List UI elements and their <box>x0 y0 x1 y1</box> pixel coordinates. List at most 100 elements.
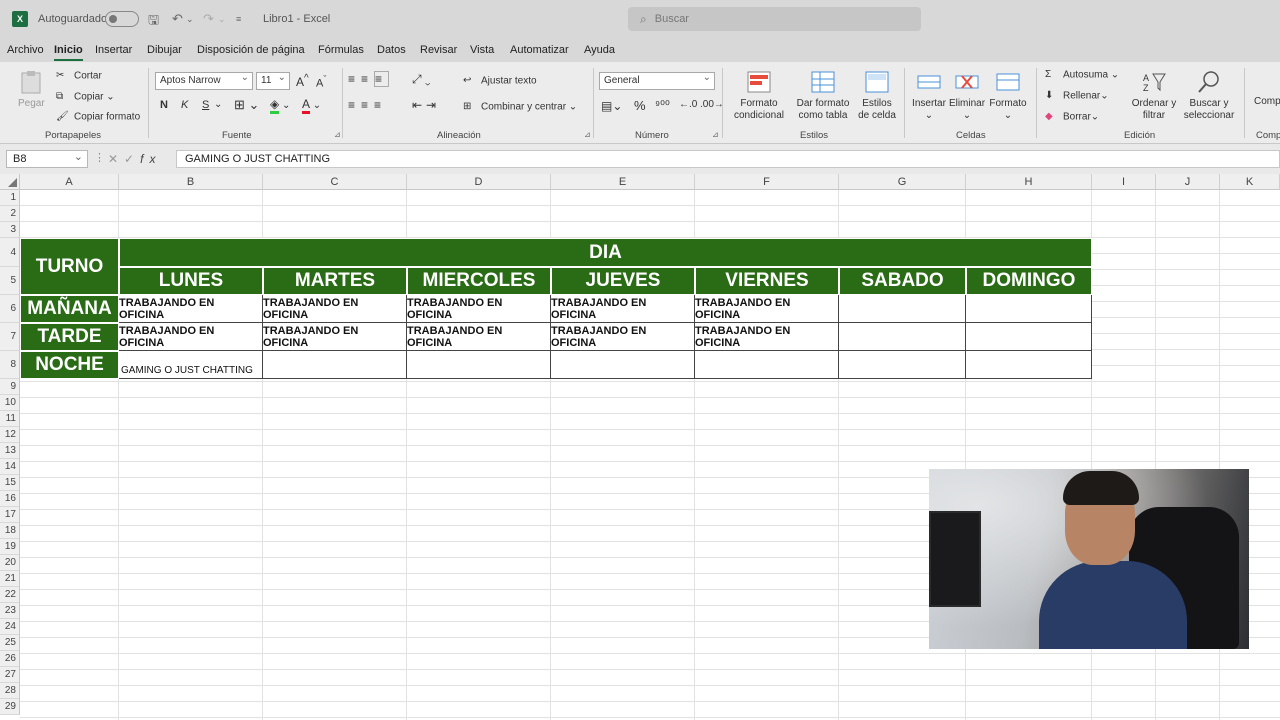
dia-header-cell[interactable]: DIA <box>119 238 1092 267</box>
format-cells-button[interactable]: Formato ⌄ <box>988 70 1028 122</box>
accounting-format-icon[interactable]: ▤⌄ <box>601 99 622 113</box>
schedule-cell[interactable]: TRABAJANDO EN OFICINA <box>263 323 407 351</box>
font-name-select[interactable]: Aptos Narrow <box>155 72 253 90</box>
row-header-3[interactable]: 3 <box>0 222 20 238</box>
italic-button[interactable]: K <box>181 99 188 111</box>
schedule-cell[interactable] <box>966 295 1092 323</box>
customize-toolbar-icon[interactable]: ≡ <box>236 14 241 24</box>
schedule-cell[interactable] <box>839 351 966 379</box>
row-header-9[interactable]: 9 <box>0 379 20 395</box>
undo-dropdown-icon[interactable]: ⌄ <box>186 14 194 25</box>
schedule-cell[interactable] <box>551 351 695 379</box>
find-select-button[interactable]: Buscar y seleccionar <box>1180 70 1238 122</box>
font-dialog-launcher-icon[interactable]: ⊿ <box>334 130 341 139</box>
formula-input[interactable]: GAMING O JUST CHATTING <box>176 150 1280 168</box>
row-header-29[interactable]: 29 <box>0 699 20 715</box>
format-as-table-button[interactable]: Dar formato como tabla <box>792 70 854 122</box>
insert-cells-button[interactable]: Insertar ⌄ <box>910 70 948 122</box>
row-header-19[interactable]: 19 <box>0 539 20 555</box>
redo-icon[interactable]: ↷ <box>203 11 214 27</box>
tab-dibujar[interactable]: Dibujar <box>147 44 182 56</box>
fill-color-icon[interactable]: ◈ ⌄ <box>270 97 290 114</box>
row-header-17[interactable]: 17 <box>0 507 20 523</box>
tab-insertar[interactable]: Insertar <box>95 44 132 56</box>
turno-header-cell[interactable]: TURNO <box>20 238 119 295</box>
vertical-align-icons[interactable]: ≡≡≡ <box>348 71 390 87</box>
row-header-11[interactable]: 11 <box>0 411 20 427</box>
sort-filter-button[interactable]: AZ Ordenar y filtrar <box>1130 70 1178 122</box>
copy-button[interactable]: ⧉ Copiar ⌄ <box>56 91 115 103</box>
horizontal-align-icons[interactable]: ≡≡≡ <box>348 98 387 112</box>
column-header-k[interactable]: K <box>1220 174 1280 190</box>
comma-style-icon[interactable]: ⁹⁰⁰ <box>655 98 670 112</box>
day-header-jueves[interactable]: JUEVES <box>551 267 695 295</box>
column-header-a[interactable]: A <box>20 174 119 190</box>
column-header-g[interactable]: G <box>839 174 966 190</box>
schedule-cell[interactable]: TRABAJANDO EN OFICINA <box>119 295 263 323</box>
tab-disposicion[interactable]: Disposición de página <box>197 44 305 56</box>
column-header-d[interactable]: D <box>407 174 551 190</box>
day-header-sabado[interactable]: SABADO <box>839 267 966 295</box>
cut-button[interactable]: ✂ Cortar <box>56 70 102 82</box>
redo-dropdown-icon[interactable]: ⌄ <box>218 14 226 25</box>
tab-datos[interactable]: Datos <box>377 44 406 56</box>
schedule-cell[interactable]: TRABAJANDO EN OFICINA <box>407 295 551 323</box>
conditional-format-button[interactable]: Formato condicional <box>729 70 789 122</box>
shift-cell-manana[interactable]: MAÑANA <box>20 295 119 323</box>
font-size-select[interactable]: 11 <box>256 72 290 90</box>
shift-cell-tarde[interactable]: TARDE <box>20 323 119 351</box>
increase-decimal-icon[interactable]: ←.0 <box>679 99 697 110</box>
row-header-23[interactable]: 23 <box>0 603 20 619</box>
row-header-22[interactable]: 22 <box>0 587 20 603</box>
schedule-cell[interactable] <box>263 351 407 379</box>
column-header-e[interactable]: E <box>551 174 695 190</box>
schedule-cell[interactable] <box>407 351 551 379</box>
cell-styles-button[interactable]: Estilos de celda <box>856 70 898 122</box>
autosum-button[interactable]: Σ Autosuma ⌄ <box>1045 69 1119 81</box>
undo-icon[interactable]: ↶ <box>172 11 183 27</box>
row-header-28[interactable]: 28 <box>0 683 20 699</box>
schedule-cell[interactable]: TRABAJANDO EN OFICINA <box>551 295 695 323</box>
row-header-27[interactable]: 27 <box>0 667 20 683</box>
paste-button[interactable]: Pegar <box>18 70 45 110</box>
save-icon[interactable]: 🖫 <box>148 11 159 33</box>
next-group-button[interactable]: Comp <box>1254 96 1280 107</box>
tab-archivo[interactable]: Archivo <box>7 44 44 56</box>
indent-icons[interactable]: ⇤⇥ <box>412 98 440 112</box>
underline-dropdown-icon[interactable]: ⌄ <box>214 99 222 110</box>
number-dialog-launcher-icon[interactable]: ⊿ <box>712 130 719 139</box>
row-header-15[interactable]: 15 <box>0 475 20 491</box>
schedule-cell[interactable] <box>695 351 839 379</box>
row-header-5[interactable]: 5 <box>0 267 20 295</box>
column-header-b[interactable]: B <box>119 174 263 190</box>
column-header-f[interactable]: F <box>695 174 839 190</box>
tab-ayuda[interactable]: Ayuda <box>584 44 615 56</box>
percent-button[interactable]: % <box>634 98 646 113</box>
schedule-cell[interactable] <box>839 295 966 323</box>
clear-button[interactable]: ◆ Borrar⌄ <box>1045 111 1099 123</box>
borders-icon[interactable]: ⊞ ⌄ <box>234 97 259 113</box>
row-header-24[interactable]: 24 <box>0 619 20 635</box>
schedule-cell[interactable]: TRABAJANDO EN OFICINA <box>695 323 839 351</box>
schedule-cell[interactable] <box>966 351 1092 379</box>
row-header-18[interactable]: 18 <box>0 523 20 539</box>
search-box[interactable]: ⌕ Buscar <box>628 7 921 31</box>
row-header-26[interactable]: 26 <box>0 651 20 667</box>
formula-actions[interactable]: ✕✓fx <box>108 152 161 166</box>
day-header-miercoles[interactable]: MIERCOLES <box>407 267 551 295</box>
row-header-4[interactable]: 4 <box>0 238 20 267</box>
select-all-button[interactable] <box>0 174 20 190</box>
schedule-cell[interactable]: TRABAJANDO EN OFICINA <box>695 295 839 323</box>
day-header-martes[interactable]: MARTES <box>263 267 407 295</box>
format-painter-button[interactable]: 🖌 Copiar formato <box>56 111 140 123</box>
day-header-domingo[interactable]: DOMINGO <box>966 267 1092 295</box>
tab-automatizar[interactable]: Automatizar <box>510 44 569 56</box>
tab-formulas[interactable]: Fórmulas <box>318 44 364 56</box>
number-format-select[interactable]: General <box>599 72 715 90</box>
schedule-cell[interactable]: TRABAJANDO EN OFICINA <box>407 323 551 351</box>
column-header-j[interactable]: J <box>1156 174 1220 190</box>
row-header-25[interactable]: 25 <box>0 635 20 651</box>
tab-vista[interactable]: Vista <box>470 44 494 56</box>
day-header-viernes[interactable]: VIERNES <box>695 267 839 295</box>
decrease-decimal-icon[interactable]: .00→ <box>700 99 724 110</box>
